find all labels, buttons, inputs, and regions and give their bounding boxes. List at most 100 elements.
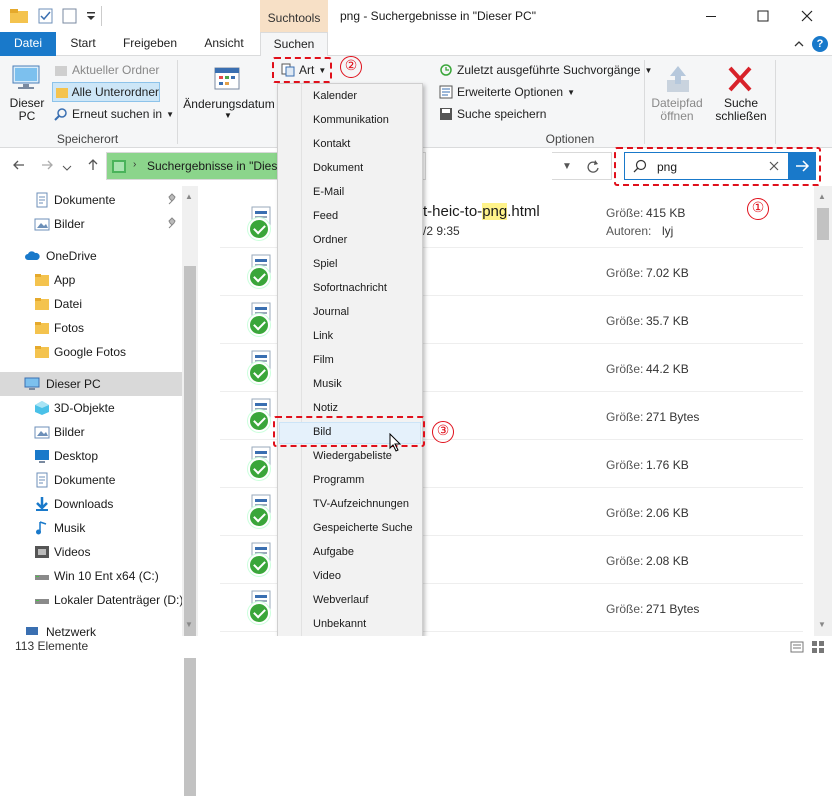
menu-item-feed[interactable]: Feed: [313, 210, 338, 222]
size-value: 2.08 KB: [646, 554, 689, 568]
tab-file[interactable]: Datei: [0, 32, 56, 56]
nav-item-lokaler-datenträger-d[interactable]: Lokaler Datenträger (D:): [0, 588, 184, 612]
scroll-down-icon[interactable]: ▼: [185, 620, 193, 629]
nav-item-win-10-ent-x64-c[interactable]: Win 10 Ent x64 (C:): [0, 564, 182, 588]
results-scroll-thumb[interactable]: [817, 208, 829, 240]
search-again-button[interactable]: Erneut suchen in ▼: [54, 107, 174, 121]
menu-item-kalender[interactable]: Kalender: [313, 90, 357, 102]
properties-icon[interactable]: [38, 8, 54, 24]
folder-icon[interactable]: [10, 8, 30, 24]
size-value: 2.06 KB: [646, 506, 689, 520]
menu-item-wiedergabeliste[interactable]: Wiedergabeliste: [313, 450, 392, 462]
menu-item-tv-aufzeichnungen[interactable]: TV-Aufzeichnungen: [313, 498, 409, 510]
sync-status-icon: [248, 266, 270, 288]
details-view-icon[interactable]: [790, 640, 804, 654]
nav-item-dieser-pc[interactable]: Dieser PC: [0, 372, 182, 396]
nav-item-bilder[interactable]: Bilder: [0, 212, 182, 236]
this-pc-button[interactable]: Dieser PC: [4, 97, 50, 123]
all-subfolders-button[interactable]: Alle Unterordner: [52, 82, 160, 102]
calendar-icon[interactable]: [214, 65, 242, 91]
menu-item-ordner[interactable]: Ordner: [313, 234, 347, 246]
menu-item-programm[interactable]: Programm: [313, 474, 364, 486]
tab-view[interactable]: Ansicht: [190, 32, 258, 56]
computer-icon: [24, 376, 40, 392]
nav-item-datei[interactable]: Datei: [0, 292, 182, 316]
nav-item-3d-objekte[interactable]: 3D-Objekte: [0, 396, 182, 420]
menu-item-webverlauf[interactable]: Webverlauf: [313, 594, 368, 606]
menu-item-unbekannt[interactable]: Unbekannt: [313, 618, 366, 630]
nav-item-dokumente[interactable]: Dokumente: [0, 468, 182, 492]
nav-item-videos[interactable]: Videos: [0, 540, 182, 564]
tab-share[interactable]: Freigeben: [110, 32, 190, 56]
new-folder-icon[interactable]: [62, 8, 78, 24]
menu-item-e-mail[interactable]: E-Mail: [313, 186, 344, 198]
document-icon: [34, 472, 50, 488]
nav-item-onedrive[interactable]: OneDrive: [0, 244, 182, 268]
refresh-icon[interactable]: [586, 159, 600, 173]
help-icon[interactable]: ?: [812, 36, 828, 52]
menu-item-sofortnachricht[interactable]: Sofortnachricht: [313, 282, 387, 294]
back-icon[interactable]: [12, 158, 26, 172]
nav-item-app[interactable]: App: [0, 268, 182, 292]
menu-item-kommunikation[interactable]: Kommunikation: [313, 114, 389, 126]
menu-item-journal[interactable]: Journal: [313, 306, 349, 318]
nav-scrollbar[interactable]: ▲ ▼: [182, 186, 198, 796]
tab-home[interactable]: Start: [56, 32, 110, 56]
size-value: 1.76 KB: [646, 458, 689, 472]
pin-icon: [166, 217, 182, 233]
menu-item-notiz[interactable]: Notiz: [313, 402, 338, 414]
menu-item-musik[interactable]: Musik: [313, 378, 342, 390]
close-icon[interactable]: [799, 8, 815, 24]
up-icon[interactable]: [86, 158, 100, 172]
chevron-down-icon: ▼: [224, 111, 232, 120]
tab-search[interactable]: Suchen: [260, 32, 328, 57]
minimize-icon[interactable]: [703, 8, 719, 24]
chevron-right-icon[interactable]: ›: [133, 159, 145, 171]
date-modified-button[interactable]: Änderungsdatum: [183, 97, 275, 111]
nav-item-label: Lokaler Datenträger (D:): [54, 593, 184, 607]
menu-item-spiel[interactable]: Spiel: [313, 258, 337, 270]
current-folder-button[interactable]: Aktueller Ordner: [54, 63, 159, 77]
menu-item-film[interactable]: Film: [313, 354, 334, 366]
quick-access-dropdown-icon[interactable]: [86, 10, 96, 22]
pictures-icon: [34, 424, 50, 440]
nav-item-musik[interactable]: Musik: [0, 516, 182, 540]
nav-scroll-thumb[interactable]: [184, 266, 196, 796]
nav-item-downloads[interactable]: Downloads: [0, 492, 182, 516]
scroll-up-icon[interactable]: ▲: [818, 192, 826, 201]
results-scrollbar[interactable]: ▲ ▼: [814, 186, 832, 636]
menu-item-link[interactable]: Link: [313, 330, 333, 342]
large-icons-view-icon[interactable]: [811, 640, 825, 654]
menu-item-dokument[interactable]: Dokument: [313, 162, 363, 174]
advanced-options-button[interactable]: Erweiterte Optionen ▼: [439, 85, 575, 99]
size-value: 415 KB: [646, 206, 686, 220]
collapse-ribbon-icon[interactable]: [793, 38, 805, 50]
menu-item-video[interactable]: Video: [313, 570, 341, 582]
search-box-highlight: [614, 147, 821, 186]
recent-searches-button[interactable]: Zuletzt ausgeführte Suchvorgänge ▼: [439, 63, 652, 77]
address-dropdown-icon[interactable]: ▼: [562, 161, 572, 172]
save-search-button[interactable]: Suche speichern: [439, 107, 546, 121]
menu-item-aufgabe[interactable]: Aufgabe: [313, 546, 354, 558]
desktop-icon: [34, 448, 50, 464]
scroll-down-icon[interactable]: ▼: [818, 620, 826, 629]
close-search-icon[interactable]: [726, 64, 754, 94]
recent-locations-icon[interactable]: [62, 161, 72, 171]
menu-item-gespeicherte-suche[interactable]: Gespeicherte Suche: [313, 522, 413, 534]
close-search-button[interactable]: Suche schließen: [712, 97, 770, 123]
nav-item-label: OneDrive: [46, 249, 97, 263]
forward-icon[interactable]: [40, 158, 54, 172]
nav-item-desktop[interactable]: Desktop: [0, 444, 182, 468]
nav-item-fotos[interactable]: Fotos: [0, 316, 182, 340]
open-file-location-button[interactable]: Dateipfad öffnen: [648, 97, 706, 123]
nav-item-bilder[interactable]: Bilder: [0, 420, 182, 444]
scroll-up-icon[interactable]: ▲: [185, 192, 193, 201]
nav-item-label: Musik: [54, 521, 86, 535]
nav-item-google-fotos[interactable]: Google Fotos: [0, 340, 182, 364]
computer-icon[interactable]: [10, 64, 44, 92]
menu-item-kontakt[interactable]: Kontakt: [313, 138, 350, 150]
size-value: 35.7 KB: [646, 314, 689, 328]
maximize-icon[interactable]: [755, 8, 771, 24]
nav-item-dokumente[interactable]: Dokumente: [0, 188, 182, 212]
ribbon-tab-bar: Datei Start Freigeben Ansicht Suchen ?: [0, 32, 832, 57]
